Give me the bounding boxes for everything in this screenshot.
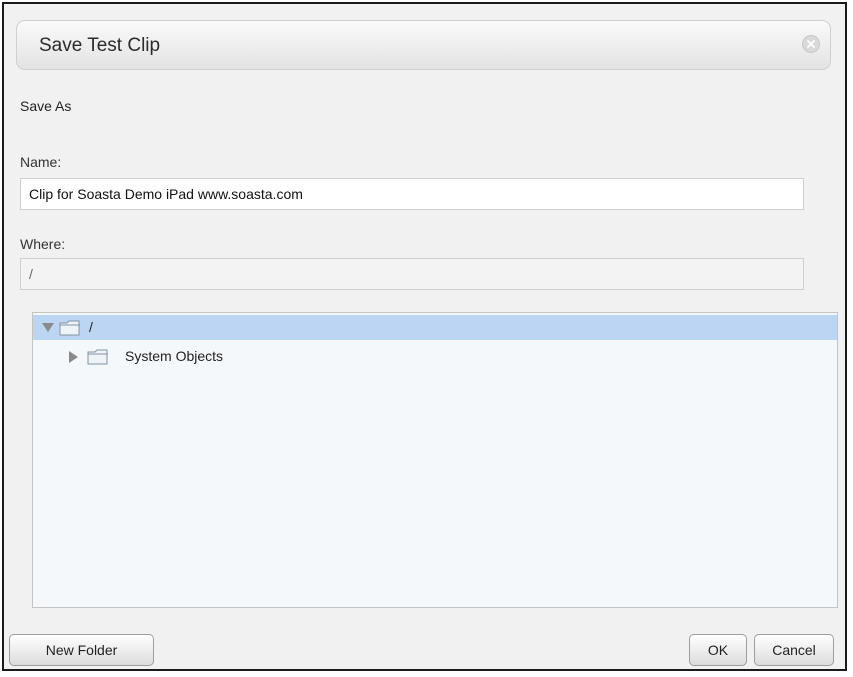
cancel-button[interactable]: Cancel — [754, 634, 834, 666]
close-button[interactable] — [802, 35, 820, 53]
save-test-clip-dialog: Save Test Clip Save As Name: Clip for So… — [2, 2, 847, 671]
tree-node-label: / — [89, 319, 93, 335]
tree-node-system-objects[interactable]: System Objects — [33, 344, 837, 369]
folder-tree[interactable]: / System Objects — [32, 312, 838, 608]
folder-icon — [59, 320, 80, 336]
dialog-title: Save Test Clip — [39, 35, 161, 56]
where-input: / — [20, 258, 804, 290]
name-input[interactable]: Clip for Soasta Demo iPad www.soasta.com — [20, 178, 804, 210]
tree-node-root[interactable]: / — [33, 315, 837, 340]
expand-arrow-down-icon[interactable] — [41, 321, 55, 333]
close-icon — [807, 40, 815, 48]
name-label: Name: — [20, 154, 62, 170]
save-as-label: Save As — [20, 98, 72, 114]
folder-icon — [87, 349, 108, 365]
new-folder-button[interactable]: New Folder — [9, 634, 154, 666]
ok-button[interactable]: OK — [689, 634, 747, 666]
where-label: Where: — [20, 236, 66, 252]
expand-arrow-right-icon[interactable] — [67, 350, 79, 364]
dialog-titlebar: Save Test Clip — [16, 20, 831, 70]
tree-node-label: System Objects — [125, 348, 224, 364]
